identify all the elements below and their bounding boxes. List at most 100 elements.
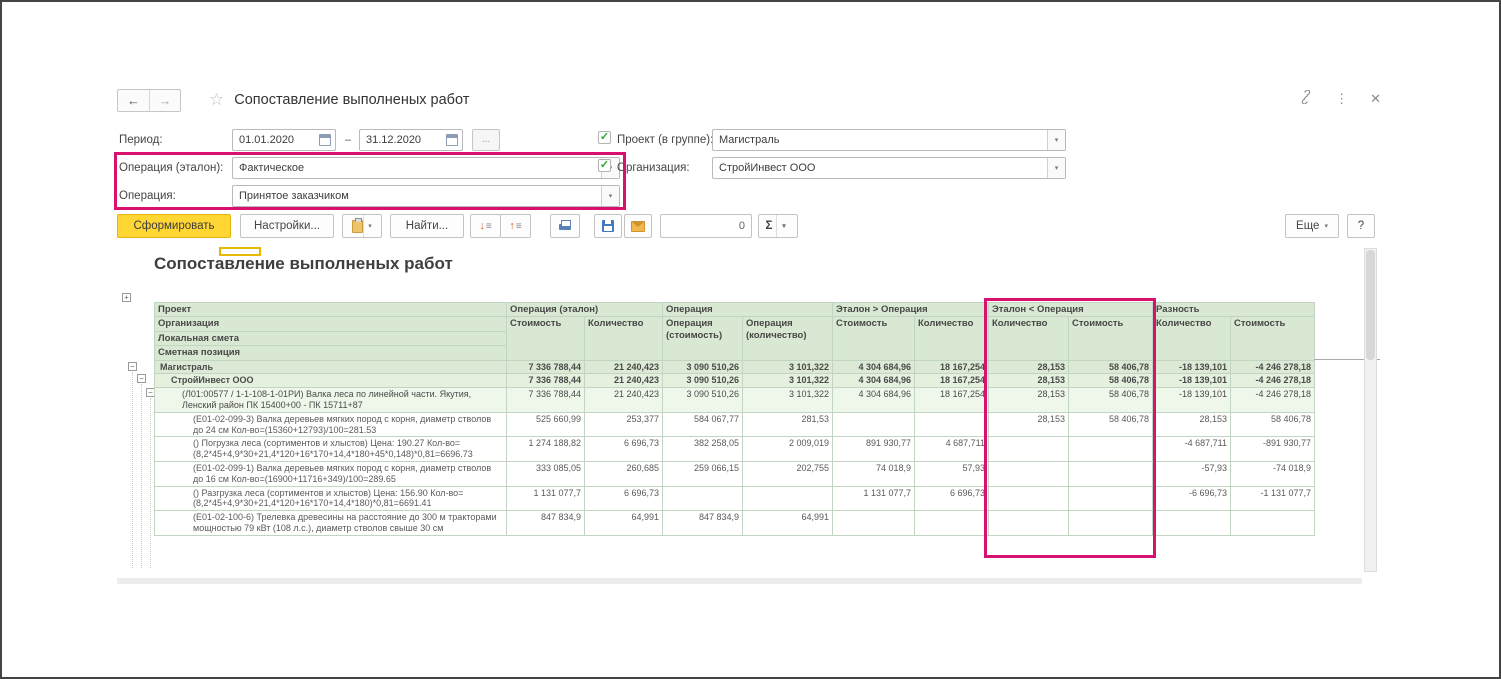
- row-value-cell[interactable]: 260,685: [585, 461, 663, 486]
- organization-checkbox[interactable]: ✓: [598, 159, 611, 172]
- row-value-cell[interactable]: 21 240,423: [585, 360, 663, 374]
- row-value-cell[interactable]: -18 139,101: [1153, 374, 1231, 388]
- header-subcol[interactable]: Операция (количество): [743, 317, 833, 360]
- row-value-cell[interactable]: 58 406,78: [1069, 412, 1153, 437]
- row-value-cell[interactable]: 7 336 788,44: [507, 374, 585, 388]
- chevron-down-icon[interactable]: ▾: [601, 186, 619, 206]
- row-value-cell[interactable]: 3 090 510,26: [663, 388, 743, 413]
- row-value-cell[interactable]: -57,93: [1153, 461, 1231, 486]
- operation-etalon-combobox[interactable]: Фактическое ▾: [232, 157, 620, 179]
- chevron-down-icon[interactable]: ▾: [363, 215, 377, 237]
- back-button[interactable]: ←: [118, 90, 149, 111]
- collapse-groups-button[interactable]: ↓≡: [470, 214, 501, 238]
- sigma-split-button[interactable]: Σ ▾: [758, 214, 798, 238]
- row-value-cell[interactable]: 21 240,423: [585, 388, 663, 413]
- row-value-cell[interactable]: 3 101,322: [743, 360, 833, 374]
- row-value-cell[interactable]: [989, 461, 1069, 486]
- row-value-cell[interactable]: 1 274 188,82: [507, 437, 585, 462]
- row-value-cell[interactable]: 3 101,322: [743, 388, 833, 413]
- row-value-cell[interactable]: 202,755: [743, 461, 833, 486]
- row-value-cell[interactable]: 7 336 788,44: [507, 360, 585, 374]
- row-value-cell[interactable]: 3 090 510,26: [663, 374, 743, 388]
- header-subcol[interactable]: Стоимость: [1069, 317, 1153, 360]
- row-value-cell[interactable]: 28,153: [989, 412, 1069, 437]
- period-more-button[interactable]: ...: [472, 129, 500, 151]
- expand-all-toggle[interactable]: +: [122, 293, 131, 302]
- header-group-difference[interactable]: Разность: [1153, 303, 1315, 317]
- row-value-cell[interactable]: [833, 511, 915, 536]
- row-description[interactable]: (Л01:00577 / 1-1-108-1-01РИ) Валка леса …: [155, 388, 507, 413]
- help-button[interactable]: ?: [1347, 214, 1375, 238]
- row-value-cell[interactable]: 58 406,78: [1069, 374, 1153, 388]
- row-value-cell[interactable]: 4 687,711: [915, 437, 989, 462]
- row-value-cell[interactable]: 4 304 684,96: [833, 388, 915, 413]
- row-value-cell[interactable]: 28,153: [989, 388, 1069, 413]
- row-value-cell[interactable]: 28,153: [1153, 412, 1231, 437]
- header-subcol[interactable]: Количество: [989, 317, 1069, 360]
- header-subcol[interactable]: Количество: [1153, 317, 1231, 360]
- row-value-cell[interactable]: [1069, 486, 1153, 511]
- row-value-cell[interactable]: 58 406,78: [1069, 388, 1153, 413]
- row-description[interactable]: (Е01-02-100-6) Трелевка древесины на рас…: [155, 511, 507, 536]
- row-value-cell[interactable]: 253,377: [585, 412, 663, 437]
- row-value-cell[interactable]: 18 167,254: [915, 388, 989, 413]
- row-value-cell[interactable]: 6 696,73: [585, 437, 663, 462]
- organization-combobox[interactable]: СтройИнвест ООО ▾: [712, 157, 1066, 179]
- link-icon[interactable]: [1299, 90, 1313, 107]
- row-description[interactable]: Магистраль: [155, 360, 507, 374]
- row-value-cell[interactable]: 6 696,73: [915, 486, 989, 511]
- row-value-cell[interactable]: 333 085,05: [507, 461, 585, 486]
- table-row[interactable]: (Е01-02-099-3) Валка деревьев мягких пор…: [155, 412, 1315, 437]
- table-row[interactable]: (Е01-02-099-1) Валка деревьев мягких пор…: [155, 461, 1315, 486]
- header-group-operation-etalon[interactable]: Операция (эталон): [507, 303, 663, 317]
- row-description[interactable]: () Разгрузка леса (сортиментов и хлыстов…: [155, 486, 507, 511]
- row-value-cell[interactable]: [743, 486, 833, 511]
- scrollbar-thumb[interactable]: [1366, 250, 1375, 360]
- header-project[interactable]: Проект: [155, 303, 507, 317]
- sum-field[interactable]: 0: [660, 214, 752, 238]
- clipboard-split-button[interactable]: ▾: [342, 214, 382, 238]
- calendar-icon[interactable]: [446, 134, 458, 146]
- table-row[interactable]: (Е01-02-100-6) Трелевка древесины на рас…: [155, 511, 1315, 536]
- row-value-cell[interactable]: 4 304 684,96: [833, 360, 915, 374]
- row-value-cell[interactable]: -4 246 278,18: [1231, 374, 1315, 388]
- row-value-cell[interactable]: -1 131 077,7: [1231, 486, 1315, 511]
- forward-button[interactable]: →: [149, 90, 180, 111]
- row-value-cell[interactable]: 18 167,254: [915, 360, 989, 374]
- menu-dots-icon[interactable]: ⋮: [1335, 91, 1348, 107]
- send-button[interactable]: [624, 214, 652, 238]
- row-value-cell[interactable]: 382 258,05: [663, 437, 743, 462]
- row-value-cell[interactable]: -4 687,711: [1153, 437, 1231, 462]
- row-value-cell[interactable]: 891 930,77: [833, 437, 915, 462]
- header-group-operation[interactable]: Операция: [663, 303, 833, 317]
- expand-groups-button[interactable]: ↑≡: [500, 214, 531, 238]
- row-description[interactable]: () Погрузка леса (сортиментов и хлыстов)…: [155, 437, 507, 462]
- row-value-cell[interactable]: 3 101,322: [743, 374, 833, 388]
- row-value-cell[interactable]: 525 660,99: [507, 412, 585, 437]
- header-estimate-position[interactable]: Сметная позиция: [155, 346, 507, 360]
- row-value-cell[interactable]: 64,991: [585, 511, 663, 536]
- row-value-cell[interactable]: 64,991: [743, 511, 833, 536]
- print-button[interactable]: [550, 214, 580, 238]
- row-description[interactable]: (Е01-02-099-3) Валка деревьев мягких пор…: [155, 412, 507, 437]
- row-value-cell[interactable]: -4 246 278,18: [1231, 360, 1315, 374]
- row-value-cell[interactable]: [1069, 511, 1153, 536]
- table-row[interactable]: Магистраль7 336 788,4421 240,4233 090 51…: [155, 360, 1315, 374]
- row-value-cell[interactable]: 7 336 788,44: [507, 388, 585, 413]
- more-button[interactable]: Еще▾: [1285, 214, 1339, 238]
- row-value-cell[interactable]: -74 018,9: [1231, 461, 1315, 486]
- header-subcol[interactable]: Стоимость: [1231, 317, 1315, 360]
- row-value-cell[interactable]: [1069, 437, 1153, 462]
- header-group-etalon-gt[interactable]: Эталон > Операция: [833, 303, 989, 317]
- header-subcol[interactable]: Стоимость: [507, 317, 585, 360]
- generate-button[interactable]: Сформировать: [117, 214, 231, 238]
- date-to-field[interactable]: 31.12.2020: [359, 129, 463, 151]
- row-value-cell[interactable]: 28,153: [989, 374, 1069, 388]
- find-button[interactable]: Найти...: [390, 214, 464, 238]
- row-value-cell[interactable]: [915, 511, 989, 536]
- row-value-cell[interactable]: 21 240,423: [585, 374, 663, 388]
- row-value-cell[interactable]: [989, 486, 1069, 511]
- project-checkbox[interactable]: ✓: [598, 131, 611, 144]
- vertical-scrollbar[interactable]: [1364, 248, 1377, 572]
- row-value-cell[interactable]: 1 131 077,7: [507, 486, 585, 511]
